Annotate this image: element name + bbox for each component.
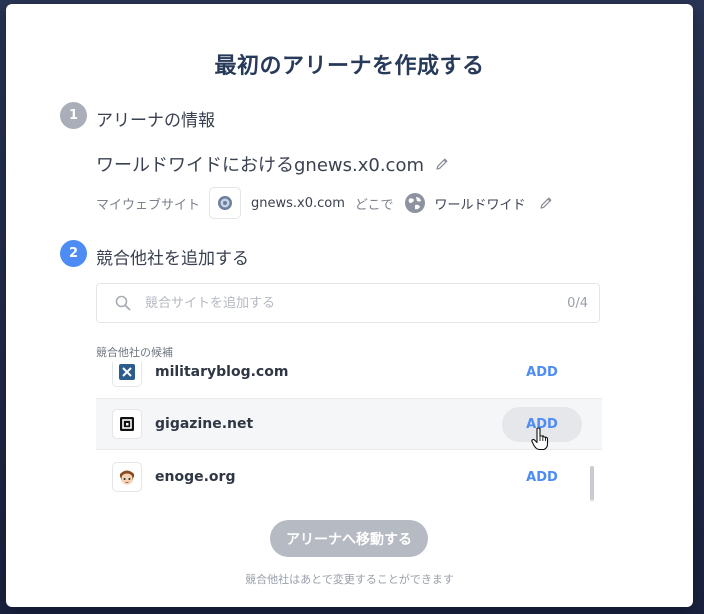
step-2-label: 競合他社を追加する (96, 249, 249, 269)
globe-icon (404, 192, 426, 214)
dialog-title: 最初のアリーナを作成する (214, 54, 485, 79)
website-favicon-icon (209, 187, 242, 219)
candidate-domain: militaryblog.com (155, 364, 289, 380)
list-item[interactable]: gigazine.net ADD (96, 398, 602, 450)
search-icon (115, 295, 131, 311)
create-arena-dialog: 最初のアリーナを作成する 1 アリーナの情報 ワールドワイドにおけるgnews.… (6, 4, 693, 607)
gigazine-logo-icon (112, 409, 142, 439)
my-website-domain: gnews.x0.com (251, 195, 345, 211)
arena-name-text: ワールドワイドにおけるgnews.x0.com (96, 155, 424, 176)
candidate-list[interactable]: militaryblog.com ADD gigazine.net ADD en… (96, 362, 602, 504)
competitor-count: 0/4 (567, 295, 588, 311)
hand-cursor-icon (531, 427, 549, 451)
list-item[interactable]: enoge.org ADD (96, 451, 602, 503)
list-item[interactable]: militaryblog.com ADD (96, 362, 602, 398)
step-1-label: アリーナの情報 (96, 111, 215, 131)
competitor-search-box: 0/4 (96, 283, 600, 323)
candidate-domain: enoge.org (155, 469, 236, 485)
where-label: どこで (354, 197, 394, 213)
step-1-badge: 1 (60, 102, 87, 129)
arena-info-row: マイウェブサイト gnews.x0.com どこで ワールドワイド (96, 187, 554, 219)
competitor-search-input[interactable] (143, 294, 568, 312)
edit-arena-name-pencil-icon[interactable] (434, 156, 450, 172)
arena-name: ワールドワイドにおけるgnews.x0.com (96, 151, 450, 177)
x-logo-icon (112, 362, 142, 387)
edit-region-pencil-icon[interactable] (538, 195, 554, 211)
my-website-label: マイウェブサイト (96, 197, 201, 213)
go-to-arena-button[interactable]: アリーナへ移動する (270, 520, 428, 557)
add-competitor-button[interactable]: ADD (502, 362, 582, 390)
add-competitor-button[interactable]: ADD (502, 460, 582, 495)
candidates-label: 競合他社の候補 (96, 346, 173, 359)
enoge-mascot-icon (112, 462, 142, 492)
step-2-badge: 2 (60, 240, 87, 267)
candidate-domain: gigazine.net (155, 416, 254, 432)
footnote: 競合他社はあとで変更することができます (245, 573, 454, 586)
region-text: ワールドワイド (434, 197, 526, 213)
list-scrollbar[interactable] (590, 466, 594, 502)
